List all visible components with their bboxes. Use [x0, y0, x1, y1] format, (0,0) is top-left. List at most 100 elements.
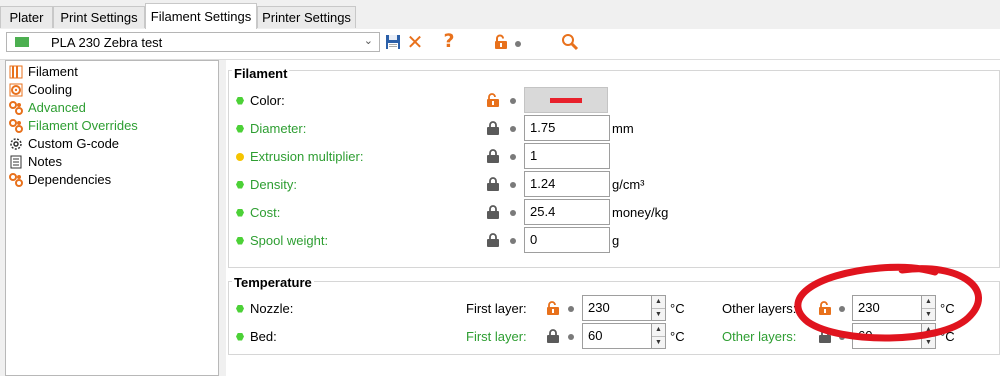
help-icon[interactable]: ?: [441, 30, 457, 52]
nozzle-other-layers-input[interactable]: 230: [852, 295, 922, 321]
spin-up-icon[interactable]: ▲: [652, 324, 665, 337]
fan-icon: [9, 83, 23, 97]
delete-icon[interactable]: ✕: [405, 30, 425, 54]
chevron-down-icon: ⌄: [363, 35, 373, 47]
bed-other-unit: °C: [940, 329, 955, 344]
save-icon[interactable]: [384, 33, 402, 51]
density-input[interactable]: 1.24: [524, 171, 610, 197]
spool-label-text: Spool weight:: [250, 233, 329, 248]
bed-label-text: Bed:: [250, 329, 277, 344]
bullet-icon: [568, 334, 574, 340]
locked-lock-icon[interactable]: [486, 121, 500, 135]
bullet-icon: [510, 98, 516, 104]
locked-lock-icon[interactable]: [486, 205, 500, 219]
settings-sidebar: Filament Cooling Advanced Filament Overr…: [5, 60, 219, 376]
simple-mode-icon: [236, 304, 244, 313]
simple-mode-icon: [236, 180, 244, 189]
nozzle-label-text: Nozzle:: [250, 301, 294, 316]
group-title-temperature: Temperature: [232, 275, 314, 290]
diameter-input[interactable]: 1.75: [524, 115, 610, 141]
simple-mode-icon: [236, 96, 244, 105]
color-label: Color:: [236, 93, 285, 108]
bullet-icon: [510, 154, 516, 160]
bullet-icon: [510, 238, 516, 244]
tab-plater[interactable]: Plater: [0, 6, 53, 28]
unlocked-lock-icon[interactable]: [546, 301, 560, 315]
notes-icon: [10, 155, 22, 169]
preset-dropdown[interactable]: PLA 230 Zebra test ⌄: [6, 32, 380, 52]
bullet-icon: [510, 126, 516, 132]
spin-up-icon[interactable]: ▲: [922, 324, 935, 337]
cog-icon: [10, 138, 22, 150]
sidebar-item-advanced[interactable]: Advanced: [9, 99, 86, 117]
spin-down-icon[interactable]: ▼: [652, 309, 665, 321]
bed-other-layers-spinner[interactable]: ▲ ▼: [922, 323, 936, 349]
spin-down-icon[interactable]: ▼: [652, 337, 665, 349]
diameter-label: Diameter:: [236, 121, 306, 136]
search-icon[interactable]: [560, 32, 580, 52]
sidebar-item-label: Dependencies: [28, 172, 112, 187]
unlocked-lock-icon[interactable]: [486, 93, 500, 107]
nozzle-first-layer-label: First layer:: [466, 301, 527, 316]
nozzle-first-layer-spinner[interactable]: ▲ ▼: [652, 295, 666, 321]
sidebar-item-filament-overrides[interactable]: Filament Overrides: [9, 117, 138, 135]
group-title-filament: Filament: [232, 66, 290, 81]
color-picker-button[interactable]: [524, 87, 608, 113]
sidebar-item-filament[interactable]: Filament: [9, 63, 78, 81]
tab-printer-settings[interactable]: Printer Settings: [257, 6, 356, 28]
density-label: Density:: [236, 177, 297, 192]
locked-lock-icon[interactable]: [486, 149, 500, 163]
tab-print-settings[interactable]: Print Settings: [53, 6, 145, 28]
extrusion-label-text: Extrusion multiplier:: [250, 149, 364, 164]
locked-lock-icon[interactable]: [818, 329, 832, 343]
tab-filament-settings[interactable]: Filament Settings: [145, 3, 257, 30]
color-label-text: Color:: [250, 93, 285, 108]
nozzle-first-unit: °C: [670, 301, 685, 316]
sidebar-item-label: Custom G-code: [28, 136, 120, 151]
unlocked-lock-icon[interactable]: [492, 33, 510, 51]
extrusion-multiplier-input[interactable]: 1: [524, 143, 610, 169]
bullet-icon: [568, 306, 574, 312]
nozzle-label: Nozzle:: [236, 301, 293, 316]
settings-page: Filament Color: Diameter: 1.75 mm Extrus…: [226, 60, 1000, 376]
sidebar-item-custom-gcode[interactable]: Custom G-code: [9, 135, 119, 153]
bullet-icon: [515, 41, 521, 47]
advanced-mode-icon: [236, 152, 244, 161]
preset-toolbar: PLA 230 Zebra test ⌄ ✕ ?: [0, 29, 1000, 60]
spin-up-icon[interactable]: ▲: [922, 296, 935, 309]
sidebar-item-notes[interactable]: Notes: [9, 153, 62, 171]
cost-unit: money/kg: [612, 205, 669, 220]
locked-lock-icon[interactable]: [486, 233, 500, 247]
locked-lock-icon[interactable]: [486, 177, 500, 191]
bed-other-layers-input[interactable]: 60: [852, 323, 922, 349]
bed-first-layer-spinner[interactable]: ▲ ▼: [652, 323, 666, 349]
extrusion-multiplier-label: Extrusion multiplier:: [236, 149, 363, 164]
cost-input[interactable]: 25.4: [524, 199, 610, 225]
bullet-icon: [510, 210, 516, 216]
unlocked-lock-icon[interactable]: [818, 301, 832, 315]
bed-other-layers-label: Other layers:: [722, 329, 797, 344]
cost-label-text: Cost:: [250, 205, 281, 220]
nozzle-first-layer-input[interactable]: 230: [582, 295, 652, 321]
spool-weight-label: Spool weight:: [236, 233, 328, 248]
locked-lock-icon[interactable]: [546, 329, 560, 343]
tab-label: Plater: [9, 10, 44, 25]
sidebar-item-label: Filament Overrides: [28, 118, 138, 133]
simple-mode-icon: [236, 332, 244, 341]
nozzle-other-layers-spinner[interactable]: ▲ ▼: [922, 295, 936, 321]
sidebar-item-cooling[interactable]: Cooling: [9, 81, 72, 99]
spin-down-icon[interactable]: ▼: [922, 337, 935, 349]
spool-weight-unit: g: [612, 233, 620, 248]
tab-label: Filament Settings: [150, 9, 252, 24]
filament-spool-icon: [9, 65, 23, 79]
simple-mode-icon: [236, 236, 244, 245]
spin-up-icon[interactable]: ▲: [652, 296, 665, 309]
spin-down-icon[interactable]: ▼: [922, 309, 935, 321]
tab-label: Print Settings: [60, 10, 138, 25]
color-swatch: [550, 98, 582, 103]
sidebar-item-dependencies[interactable]: Dependencies: [9, 171, 111, 189]
bed-label: Bed:: [236, 329, 277, 344]
nozzle-other-unit: °C: [940, 301, 955, 316]
spool-weight-input[interactable]: 0: [524, 227, 610, 253]
bed-first-layer-input[interactable]: 60: [582, 323, 652, 349]
